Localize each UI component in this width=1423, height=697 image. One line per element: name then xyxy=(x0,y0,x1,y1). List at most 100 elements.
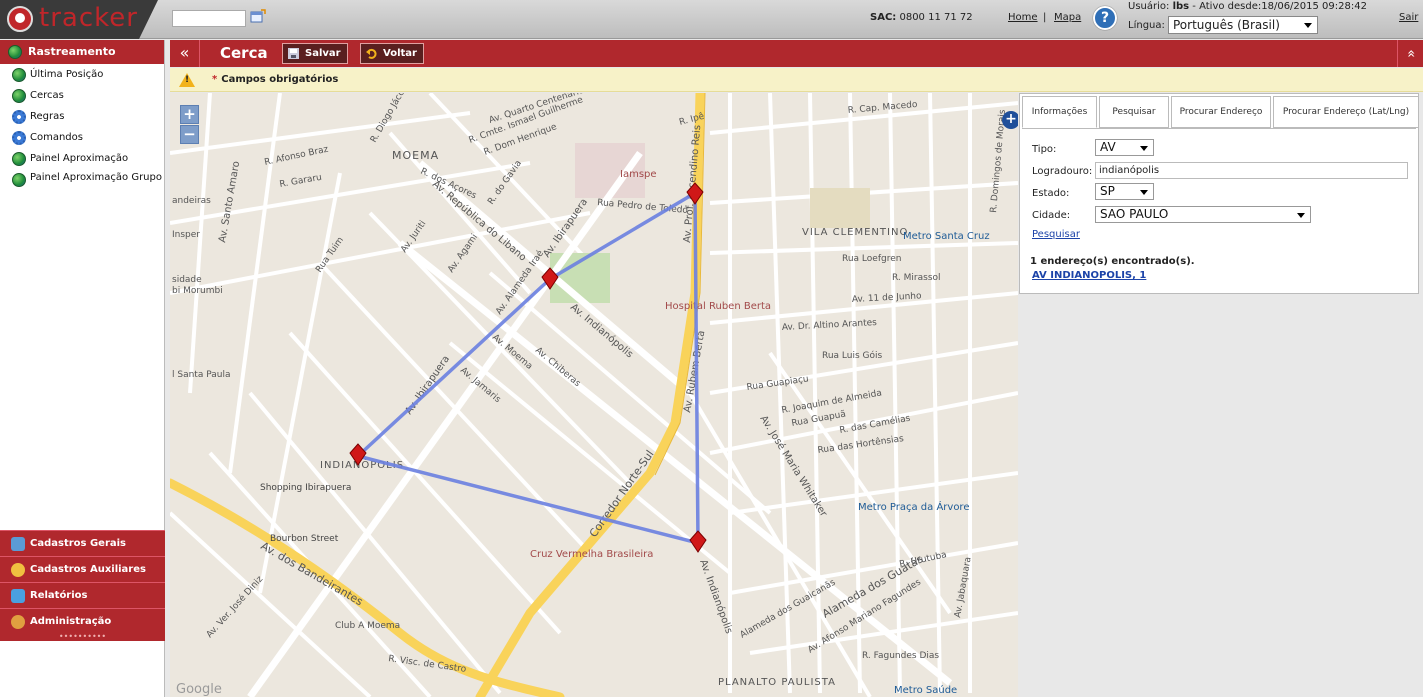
user-label: Usuário: xyxy=(1128,1,1170,12)
required-star: * xyxy=(212,74,218,85)
sidebar-administracao[interactable]: Administração xyxy=(0,608,165,634)
label-iamspe: Iamspe xyxy=(620,169,657,180)
back-button[interactable]: Voltar xyxy=(360,43,424,64)
resize-grip[interactable]: •••••••••• xyxy=(0,633,165,641)
collapse-sidebar-button[interactable]: « xyxy=(170,40,200,67)
google-watermark: Google xyxy=(176,682,222,697)
label-rua-luis-gois: Rua Luis Góis xyxy=(822,350,883,361)
sidebar-item-regras[interactable]: Regras xyxy=(0,106,164,127)
logo: tracker xyxy=(0,0,158,39)
footer-item-label: Relatórios xyxy=(30,590,88,601)
sac-info: SAC: 0800 11 71 72 xyxy=(870,12,973,23)
tipo-select[interactable]: AV xyxy=(1095,139,1154,156)
search-link[interactable]: Pesquisar xyxy=(1032,229,1080,240)
required-fields-text: * Campos obrigatórios xyxy=(212,74,338,85)
result-count: 1 endereço(s) encontrado(s). xyxy=(1030,256,1195,267)
sidebar-header-rastreamento[interactable]: Rastreamento xyxy=(0,40,164,64)
map-tiles: Av. Quarto Centenário R. Cmte. Ismael Gu… xyxy=(170,93,1018,697)
label-rua-loefgren: Rua Loefgren xyxy=(842,254,901,264)
label-rua-pedro-toledo: Rua Pedro de Toledo xyxy=(597,198,689,216)
globe-icon xyxy=(12,173,26,187)
content-header: « Cerca Salvar Voltar « xyxy=(170,40,1423,67)
label-cruz-vermelha: Cruz Vermelha Brasileira xyxy=(530,549,653,560)
sidebar-cadastros-gerais[interactable]: Cadastros Gerais xyxy=(0,530,165,556)
save-icon xyxy=(288,48,299,59)
tab-informacoes[interactable]: Informações xyxy=(1022,96,1097,128)
estado-label: Estado: xyxy=(1032,188,1070,199)
sidebar-item-label: Cercas xyxy=(30,90,64,101)
footer-item-label: Cadastros Auxiliares xyxy=(30,564,146,575)
label-r-camelias: R. das Camélias xyxy=(839,413,912,436)
chevron-down-icon xyxy=(1304,23,1312,28)
zoom-out-button[interactable]: − xyxy=(180,125,199,144)
home-link[interactable]: Home xyxy=(1008,12,1038,23)
tipo-value: AV xyxy=(1100,140,1116,154)
gear-icon xyxy=(12,110,26,124)
label-shopping-ibirapuera: Shopping Ibirapuera xyxy=(260,483,351,493)
label-insper: Insper xyxy=(172,230,200,240)
gear-icon xyxy=(12,131,26,145)
tab-pesquisar[interactable]: Pesquisar xyxy=(1099,96,1169,128)
sidebar-item-label: Comandos xyxy=(30,132,83,143)
label-rua-tuim: Rua Tuim xyxy=(314,235,346,274)
label-planalto-paulista: PLANALTO PAULISTA xyxy=(718,677,836,688)
footer-item-label: Administração xyxy=(30,616,112,627)
vila-area xyxy=(810,188,870,228)
help-icon[interactable]: ? xyxy=(1093,6,1117,30)
result-address-link[interactable]: AV INDIANOPOLIS, 1 xyxy=(1032,270,1146,281)
warning-icon xyxy=(179,73,195,87)
chevron-up-icon: « xyxy=(1402,49,1419,58)
label-andeiras: andeiras xyxy=(172,196,211,206)
required-fields-notice: *Campos obrigatórios xyxy=(170,68,1423,92)
label-metro-saude: Metro Saúde xyxy=(894,684,957,696)
map-canvas[interactable]: Av. Quarto Centenário R. Cmte. Ismael Gu… xyxy=(170,93,1018,697)
logradouro-input[interactable]: indianópolis xyxy=(1095,162,1408,179)
sidebar-item-comandos[interactable]: Comandos xyxy=(0,127,164,148)
globe-icon xyxy=(8,45,22,59)
sidebar-cadastros-auxiliares[interactable]: Cadastros Auxiliares xyxy=(0,556,165,582)
tab-procurar-endereco-latlng[interactable]: Procurar Endereço (Lat/Lng) xyxy=(1273,96,1419,128)
label-av-juriti: Av. Juriti xyxy=(399,219,428,255)
sac-phone: 0800 11 71 72 xyxy=(899,12,973,23)
sidebar-item-ultima-posicao[interactable]: Última Posição xyxy=(0,64,164,85)
cidade-value: SAO PAULO xyxy=(1100,207,1169,221)
address-search-panel: Informações Pesquisar Procurar Endereço … xyxy=(1019,93,1419,294)
label-r-urutuba: R. Urutuba xyxy=(899,550,948,570)
open-window-icon[interactable] xyxy=(250,9,266,25)
globe-icon xyxy=(12,68,26,82)
sac-label: SAC: xyxy=(870,12,897,23)
zoom-in-button[interactable]: + xyxy=(180,105,199,124)
label-bourbon-street: Bourbon Street xyxy=(270,534,339,544)
sidebar-item-label: Última Posição xyxy=(30,69,104,80)
globe-icon xyxy=(12,152,26,166)
mapa-link[interactable]: Mapa xyxy=(1054,12,1081,23)
language-select[interactable]: Português (Brasil) xyxy=(1168,16,1318,34)
logo-text: tracker xyxy=(39,3,138,33)
sidebar-item-painel-aproximacao[interactable]: Painel Aproximação xyxy=(0,148,164,169)
sidebar-item-label: Painel Aproximação Grupo xyxy=(30,172,162,183)
globe-icon xyxy=(12,89,26,103)
cidade-label: Cidade: xyxy=(1032,210,1071,221)
save-button[interactable]: Salvar xyxy=(282,43,348,64)
label-sidade: sidade xyxy=(172,275,202,285)
active-since: - Ativo desde:18/06/2015 09:28:42 xyxy=(1189,1,1367,12)
label-r-mirassol: R. Mirassol xyxy=(892,273,941,283)
tab-procurar-endereco[interactable]: Procurar Endereço xyxy=(1171,96,1271,128)
label-av-ver-jose-diniz: Av. Ver. José Diniz xyxy=(204,574,265,640)
estado-select[interactable]: SP xyxy=(1095,183,1154,200)
sidebar-item-cercas[interactable]: Cercas xyxy=(0,85,164,106)
top-search-input[interactable] xyxy=(172,10,246,27)
required-text: Campos obrigatórios xyxy=(221,74,339,85)
logout-link[interactable]: Sair xyxy=(1399,12,1418,23)
tab-divider xyxy=(1022,128,1416,129)
user-name: lbs xyxy=(1172,1,1190,12)
sidebar-item-label: Regras xyxy=(30,111,65,122)
sidebar-item-painel-aproximacao-grupo[interactable]: Painel Aproximação Grupo xyxy=(0,169,164,197)
label-metro-santa-cruz: Metro Santa Cruz xyxy=(903,231,990,242)
top-bar: tracker SAC: 0800 11 71 72 Home | Mapa ?… xyxy=(0,0,1423,39)
add-point-button[interactable]: + xyxy=(1002,111,1018,129)
cidade-select[interactable]: SAO PAULO xyxy=(1095,206,1311,223)
collapse-panel-button[interactable]: « xyxy=(1397,40,1423,67)
page-title: Cerca xyxy=(220,44,268,62)
sidebar-relatorios[interactable]: Relatórios xyxy=(0,582,165,608)
